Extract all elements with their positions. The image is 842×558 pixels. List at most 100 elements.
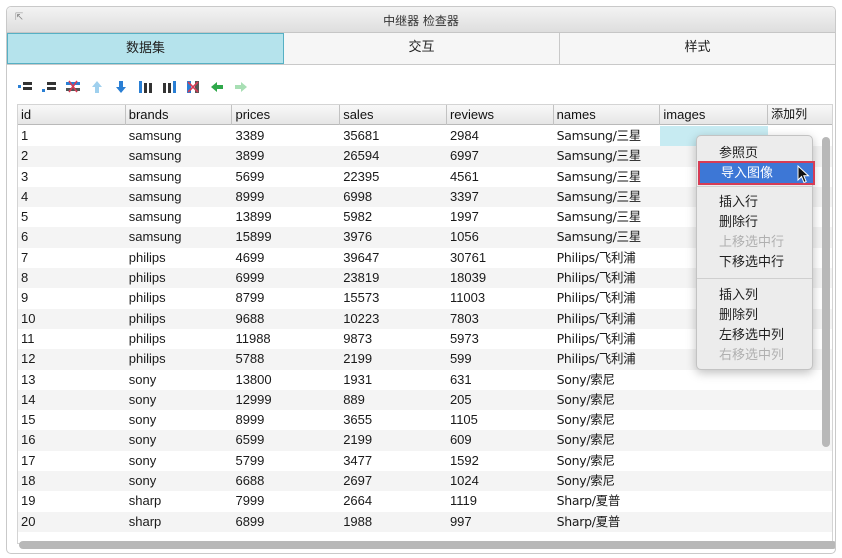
reviews-cell[interactable]: 631: [447, 370, 554, 390]
column-header-reviews[interactable]: reviews: [447, 105, 554, 125]
delete-column-icon[interactable]: [185, 79, 201, 95]
price-cell[interactable]: 12999: [232, 390, 340, 410]
insert-column-left-icon[interactable]: [137, 79, 153, 95]
tab-style[interactable]: 样式: [560, 33, 835, 64]
insert-row-above-icon[interactable]: [17, 79, 33, 95]
sales-cell[interactable]: 889: [340, 390, 447, 410]
image-cell[interactable]: [660, 491, 768, 511]
move-column-right-icon[interactable]: [233, 79, 249, 95]
id-cell[interactable]: 7: [18, 248, 126, 268]
brand-cell[interactable]: samsung: [126, 126, 233, 146]
price-cell[interactable]: 15899: [232, 227, 340, 247]
id-cell[interactable]: 8: [18, 268, 126, 288]
name-cell[interactable]: Sony/索尼: [554, 410, 661, 430]
reviews-cell[interactable]: 1056: [447, 227, 554, 247]
id-cell[interactable]: 2: [18, 146, 126, 166]
reviews-cell[interactable]: 6997: [447, 146, 554, 166]
name-cell[interactable]: Philips/飞利浦: [554, 309, 661, 329]
column-header-id[interactable]: id: [18, 105, 126, 125]
id-cell[interactable]: 18: [18, 471, 126, 491]
id-cell[interactable]: 3: [18, 167, 126, 187]
horizontal-scroll-thumb[interactable]: [19, 541, 835, 549]
sales-cell[interactable]: 2697: [340, 471, 447, 491]
image-cell[interactable]: [660, 471, 768, 491]
brand-cell[interactable]: sony: [126, 451, 233, 471]
table-row[interactable]: 18 sony 6688 2697 1024 Sony/索尼: [18, 471, 832, 492]
sales-cell[interactable]: 3976: [340, 227, 447, 247]
id-cell[interactable]: 4: [18, 187, 126, 207]
brand-cell[interactable]: samsung: [126, 207, 233, 227]
brand-cell[interactable]: samsung: [126, 167, 233, 187]
name-cell[interactable]: Samsung/三星: [554, 146, 661, 166]
delete-row-icon[interactable]: [65, 79, 81, 95]
price-cell[interactable]: 6688: [232, 471, 340, 491]
brand-cell[interactable]: sony: [126, 410, 233, 430]
image-cell[interactable]: [660, 512, 768, 532]
brand-cell[interactable]: samsung: [126, 227, 233, 247]
reviews-cell[interactable]: 7803: [447, 309, 554, 329]
id-cell[interactable]: 9: [18, 288, 126, 308]
sales-cell[interactable]: 35681: [340, 126, 447, 146]
sales-cell[interactable]: 2199: [340, 349, 447, 369]
table-row[interactable]: 20 sharp 6899 1988 997 Sharp/夏普: [18, 511, 832, 532]
tab-dataset[interactable]: 数据集: [7, 33, 284, 64]
sales-cell[interactable]: 3655: [340, 410, 447, 430]
brand-cell[interactable]: philips: [126, 288, 233, 308]
add-column-header[interactable]: 添加列: [768, 105, 832, 125]
name-cell[interactable]: Philips/飞利浦: [554, 329, 661, 349]
id-cell[interactable]: 14: [18, 390, 126, 410]
id-cell[interactable]: 16: [18, 430, 126, 450]
reviews-cell[interactable]: 18039: [447, 268, 554, 288]
id-cell[interactable]: 20: [18, 512, 126, 532]
image-cell[interactable]: [660, 451, 768, 471]
price-cell[interactable]: 8799: [232, 288, 340, 308]
reviews-cell[interactable]: 5973: [447, 329, 554, 349]
brand-cell[interactable]: sony: [126, 471, 233, 491]
id-cell[interactable]: 12: [18, 349, 126, 369]
menu-item-delete-column[interactable]: 删除列: [697, 306, 812, 326]
brand-cell[interactable]: sony: [126, 430, 233, 450]
table-row[interactable]: 19 sharp 7999 2664 1119 Sharp/夏普: [18, 491, 832, 511]
menu-item-insert-row[interactable]: 插入行: [697, 193, 812, 213]
reviews-cell[interactable]: 205: [447, 390, 554, 410]
sales-cell[interactable]: 6998: [340, 187, 447, 207]
id-cell[interactable]: 6: [18, 227, 126, 247]
sales-cell[interactable]: 10223: [340, 309, 447, 329]
table-row[interactable]: 13 sony 13800 1931 631 Sony/索尼: [18, 370, 832, 390]
image-cell[interactable]: [660, 370, 768, 390]
id-cell[interactable]: 19: [18, 491, 126, 511]
price-cell[interactable]: 8999: [232, 410, 340, 430]
name-cell[interactable]: Sony/索尼: [554, 451, 661, 471]
table-row[interactable]: 15 sony 8999 3655 1105 Sony/索尼: [18, 410, 832, 430]
sales-cell[interactable]: 26594: [340, 146, 447, 166]
name-cell[interactable]: Samsung/三星: [554, 187, 661, 207]
column-header-sales[interactable]: sales: [340, 105, 447, 125]
sales-cell[interactable]: 5982: [340, 207, 447, 227]
reviews-cell[interactable]: 609: [447, 430, 554, 450]
table-row[interactable]: 16 sony 6599 2199 609 Sony/索尼: [18, 430, 832, 451]
image-cell[interactable]: [660, 390, 768, 410]
reviews-cell[interactable]: 1997: [447, 207, 554, 227]
sales-cell[interactable]: 2664: [340, 491, 447, 511]
price-cell[interactable]: 5699: [232, 167, 340, 187]
price-cell[interactable]: 3389: [232, 126, 340, 146]
price-cell[interactable]: 5788: [232, 349, 340, 369]
name-cell[interactable]: Philips/飞利浦: [554, 288, 661, 308]
price-cell[interactable]: 13800: [232, 370, 340, 390]
price-cell[interactable]: 6599: [232, 430, 340, 450]
sales-cell[interactable]: 1988: [340, 512, 447, 532]
id-cell[interactable]: 10: [18, 309, 126, 329]
price-cell[interactable]: 3899: [232, 146, 340, 166]
price-cell[interactable]: 7999: [232, 491, 340, 511]
id-cell[interactable]: 1: [18, 126, 126, 146]
name-cell[interactable]: Philips/飞利浦: [554, 268, 661, 288]
name-cell[interactable]: Samsung/三星: [554, 227, 661, 247]
id-cell[interactable]: 11: [18, 329, 126, 349]
name-cell[interactable]: Samsung/三星: [554, 207, 661, 227]
reviews-cell[interactable]: 1105: [447, 410, 554, 430]
table-row[interactable]: 17 sony 5799 3477 1592 Sony/索尼: [18, 451, 832, 471]
image-cell[interactable]: [660, 410, 768, 430]
name-cell[interactable]: Philips/飞利浦: [554, 248, 661, 268]
name-cell[interactable]: Sony/索尼: [554, 390, 661, 410]
image-cell[interactable]: [660, 430, 768, 450]
